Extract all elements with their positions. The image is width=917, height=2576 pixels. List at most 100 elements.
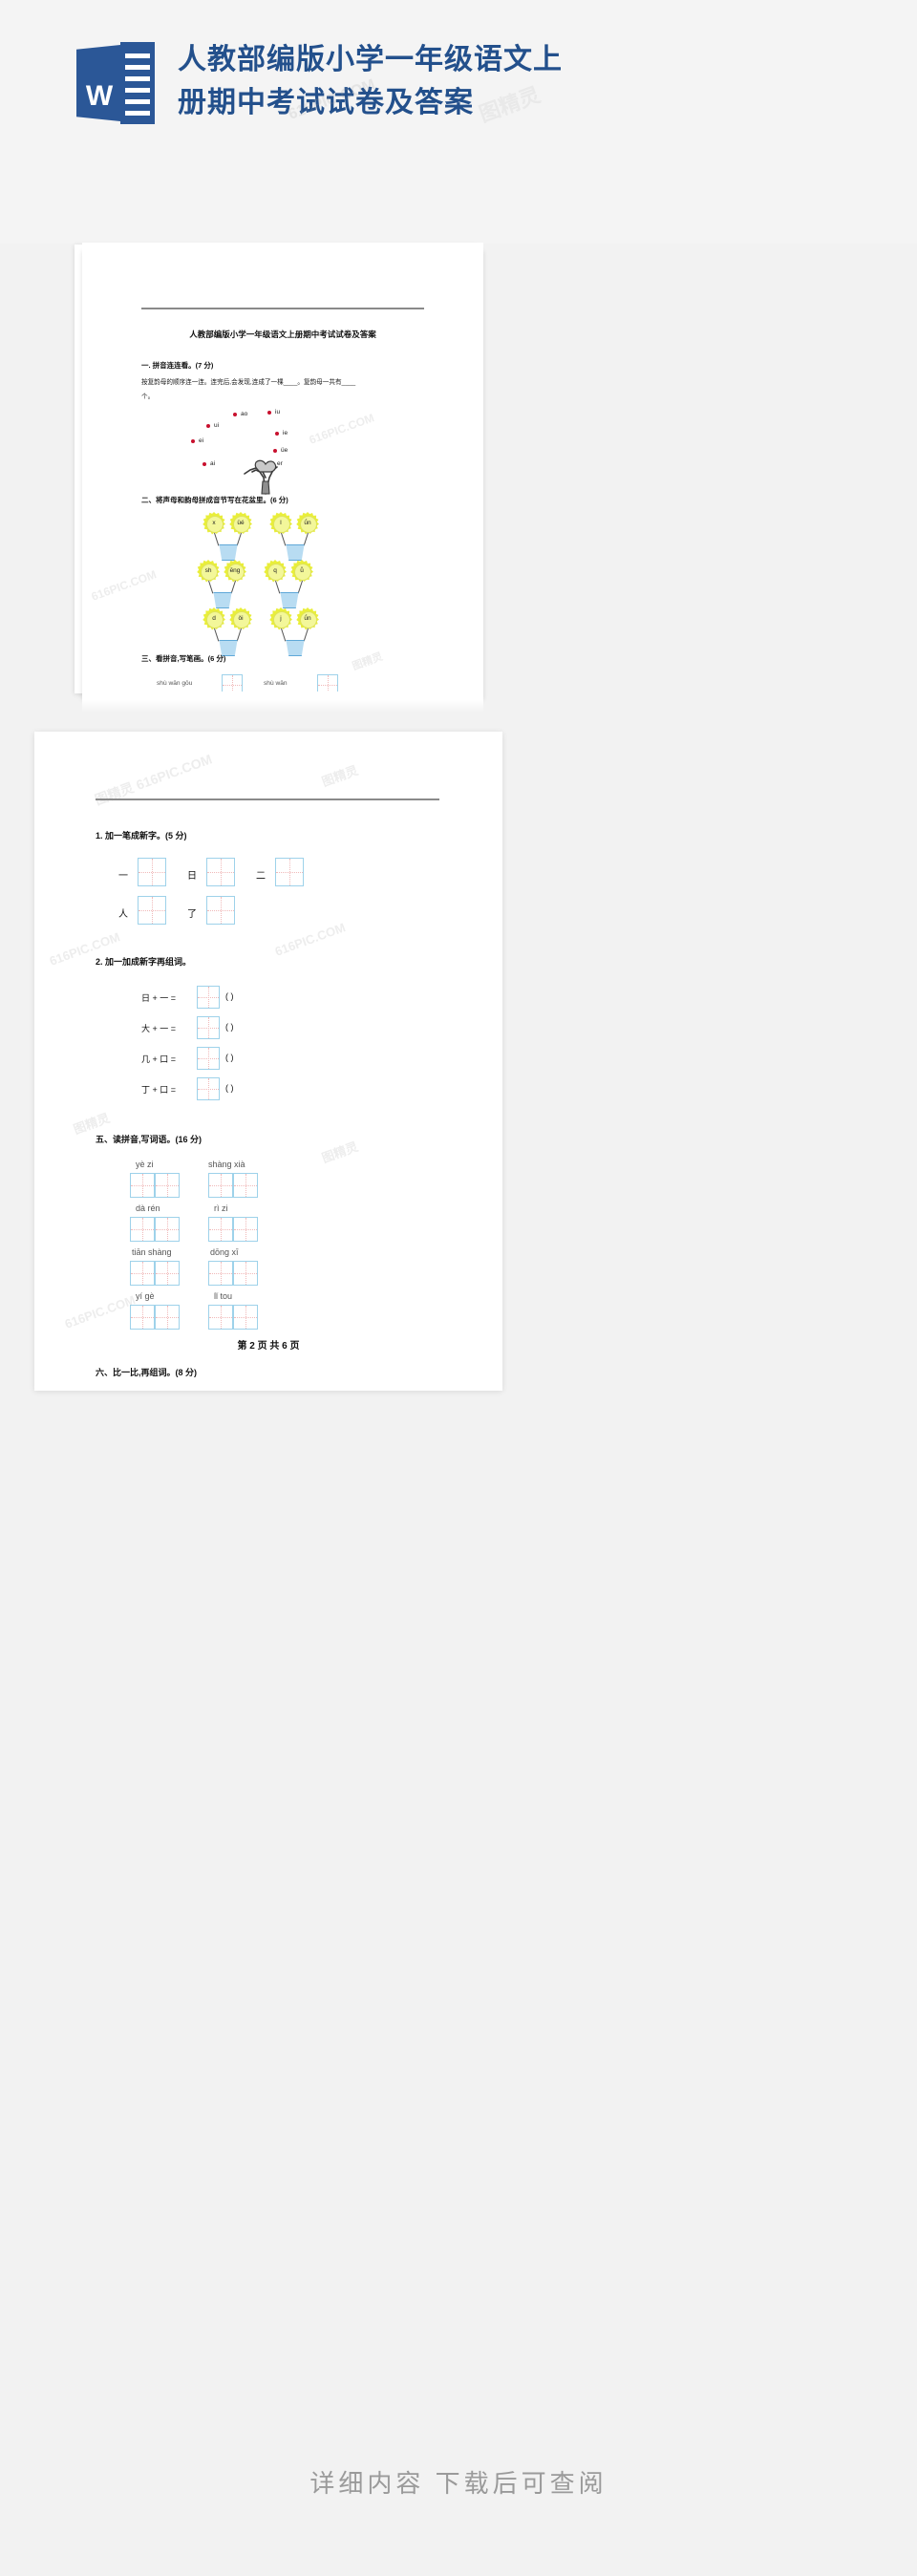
word-document-icon: W <box>76 42 155 124</box>
page-title: 人教部编版小学一年级语文上 册期中考试试卷及答案 <box>178 38 770 124</box>
answer-blank[interactable]: ( ) <box>225 1053 234 1062</box>
document-page-2[interactable]: 1. 加一笔成新字。(5 分) 一 日 二 人 了 2. 加一加成新字再组词。 … <box>34 732 502 1391</box>
tianzige-box[interactable] <box>208 1173 233 1198</box>
question-3-heading: 三、看拼音,写笔画。(6 分) <box>141 654 226 663</box>
tianzige-box[interactable] <box>233 1305 258 1330</box>
tianzige-box[interactable] <box>233 1173 258 1198</box>
tianzige-box[interactable] <box>275 858 304 886</box>
flower-pot[interactable] <box>213 592 232 608</box>
tianzige-box[interactable] <box>130 1261 155 1286</box>
formula: 几 + 口 = <box>141 1054 177 1064</box>
document-page-1[interactable]: 人教部编版小学一年级语文上册期中考试试卷及答案 一. 拼音连连看。(7 分) 按… <box>82 243 483 692</box>
tianzige-box[interactable] <box>138 896 166 925</box>
word-icon-letter: W <box>85 80 114 112</box>
flower-initial: x <box>203 512 225 535</box>
preview-footer: 详细内容 下载后可查阅 <box>0 2426 917 2576</box>
page2-footer: 第 2 页 共 6 页 <box>237 1341 300 1352</box>
flower-final: ǚ <box>290 560 313 583</box>
tianzige-box[interactable] <box>138 858 166 886</box>
question-1-heading: 一. 拼音连连看。(7 分) <box>141 361 214 370</box>
stroke-pinyin: shù wān gōu <box>157 680 193 687</box>
base-char: 了 <box>187 909 197 920</box>
add-one-stroke-exercise: 一 日 二 人 了 <box>118 858 443 930</box>
page-title-line1: 人教部编版小学一年级语文上 <box>178 44 563 75</box>
tianzige-box[interactable] <box>197 986 220 1009</box>
tianzige-box[interactable] <box>155 1261 180 1286</box>
word-pinyin: yè zi <box>136 1160 154 1169</box>
question-4-2-heading: 2. 加一加成新字再组词。 <box>96 957 192 967</box>
word-pinyin: tiān shàng <box>132 1247 172 1257</box>
base-char: 二 <box>256 871 266 882</box>
stroke-writing-table: shù wān gōu shù wān xié gōu piě zhé héng… <box>157 674 424 692</box>
document-preview-page: W 人教部编版小学一年级语文上 册期中考试试卷及答案 图精灵 616PIC.CO… <box>0 0 917 2576</box>
vowel-dot-ei: ei <box>190 437 204 444</box>
tianzige-box[interactable] <box>206 896 235 925</box>
flower-final: üé <box>229 512 252 535</box>
answer-blank[interactable]: ( ) <box>225 991 234 1001</box>
tianzige-box[interactable] <box>206 858 235 886</box>
flower-pot-exercise: x üé l ǘn sh ēng q ǚ d ǒi j ǘn <box>197 512 359 656</box>
flower-initial: l <box>269 512 292 535</box>
word-pinyin: yí gè <box>136 1291 155 1301</box>
flower-final: ǒi <box>229 607 252 630</box>
watermark: 图精灵 616PIC.COM <box>93 751 214 808</box>
stroke-pinyin: shù wān <box>264 680 288 687</box>
tianzige-box[interactable] <box>233 1217 258 1242</box>
formula: 丁 + 口 = <box>141 1085 177 1095</box>
paper-stack-shadow <box>82 692 483 713</box>
watermark: 图精灵 <box>351 650 385 673</box>
tianzige-box[interactable] <box>208 1261 233 1286</box>
question-6-heading: 六、比一比,再组词。(8 分) <box>96 1368 198 1377</box>
flower-pot[interactable] <box>280 592 299 608</box>
tree-illustration <box>244 459 278 495</box>
watermark: 616PIC.COM <box>89 567 159 604</box>
tianzige-box[interactable] <box>155 1305 180 1330</box>
flower-pot[interactable] <box>219 544 238 561</box>
word-pinyin: rì zi <box>214 1203 228 1213</box>
tianzige-box[interactable] <box>208 1217 233 1242</box>
flower-pot[interactable] <box>286 544 305 561</box>
tianzige-box[interactable] <box>130 1217 155 1242</box>
base-char: 人 <box>118 909 128 920</box>
vowel-dot-ui: ui <box>205 422 220 429</box>
vowel-dot-ao: ao <box>232 411 248 417</box>
formula: 大 + 一 = <box>141 1024 177 1033</box>
flower-final: ēng <box>224 560 246 583</box>
tianzige-box[interactable] <box>197 1077 220 1100</box>
footer-cta-text: 详细内容 下载后可查阅 <box>309 2469 608 2498</box>
tianzige-box[interactable] <box>130 1305 155 1330</box>
question-1-text-line1: 按复韵母的顺序连一连。连完后,会发现,连成了一棵____。复韵母一共有____ <box>141 379 356 386</box>
base-char: 日 <box>187 871 197 882</box>
answer-blank[interactable]: ( ) <box>225 1083 234 1093</box>
page1-doc-title: 人教部编版小学一年级语文上册期中考试试卷及答案 <box>189 330 376 339</box>
tianzige-box[interactable] <box>317 674 338 692</box>
tianzige-box[interactable] <box>233 1261 258 1286</box>
watermark: 图精灵 <box>319 762 360 790</box>
tianzige-box[interactable] <box>130 1173 155 1198</box>
flower-final: ǘn <box>296 512 319 535</box>
combine-chars-exercise: 日 + 一 = ( ) 大 + 一 = ( ) 几 + 口 = ( ) 丁 + … <box>141 986 457 1110</box>
write-words-exercise: yè zi shàng xià dà rén rì zi tiān shàng … <box>126 1160 432 1341</box>
tianzige-box[interactable] <box>222 674 243 692</box>
vowel-dot-iu: iu <box>267 409 281 415</box>
tianzige-box[interactable] <box>155 1217 180 1242</box>
divider <box>141 308 424 309</box>
base-char: 一 <box>118 871 128 882</box>
flower-pot[interactable] <box>286 640 305 656</box>
flower-final: ǘn <box>296 607 319 630</box>
flower-initial: j <box>269 607 292 630</box>
pinyin-tree-figure: ao iu ui ie ei üe ai er <box>176 407 367 495</box>
tianzige-box[interactable] <box>197 1016 220 1039</box>
divider <box>96 798 439 800</box>
formula: 日 + 一 = <box>141 993 177 1003</box>
word-pinyin: lǐ tou <box>214 1291 233 1301</box>
word-pinyin: dōng xī <box>210 1247 239 1257</box>
flower-initial: q <box>264 560 287 583</box>
answer-blank[interactable]: ( ) <box>225 1022 234 1032</box>
tianzige-box[interactable] <box>208 1305 233 1330</box>
question-2-heading: 二、将声母和韵母拼成音节写在花盆里。(6 分) <box>141 496 288 504</box>
page-title-line2: 册期中考试试卷及答案 <box>178 87 474 118</box>
tianzige-box[interactable] <box>155 1173 180 1198</box>
tianzige-box[interactable] <box>197 1047 220 1070</box>
preview-header: W 人教部编版小学一年级语文上 册期中考试试卷及答案 图精灵 616PIC.CO… <box>0 0 917 244</box>
